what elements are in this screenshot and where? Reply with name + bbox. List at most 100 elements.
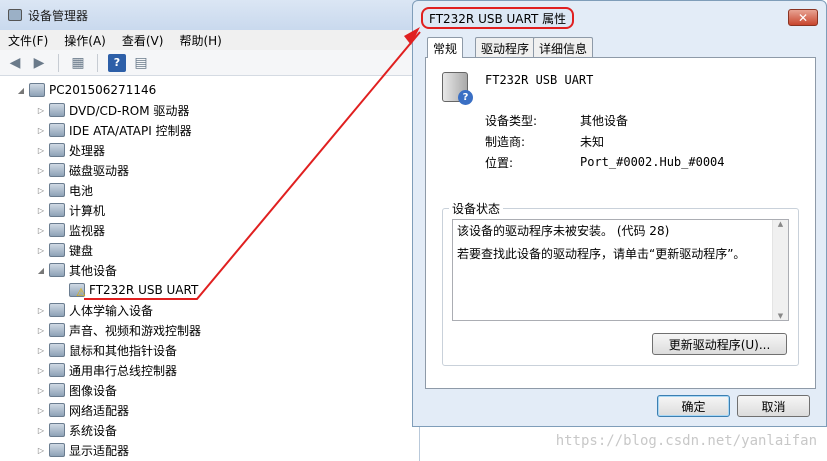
- expand-arrow-icon[interactable]: ▷: [36, 346, 46, 355]
- processor-icon: [49, 143, 65, 157]
- computer-icon: [49, 203, 65, 217]
- expand-arrow-icon[interactable]: ▷: [36, 446, 46, 455]
- status-line-1: 该设备的驱动程序未被安装。 (代码 28): [457, 224, 670, 238]
- tree-item[interactable]: ▷ 计算机: [36, 200, 105, 220]
- tree-item-label: 电池: [69, 183, 94, 198]
- dvd-drive-icon: [49, 103, 65, 117]
- tree-item[interactable]: ▷ 系统设备: [36, 420, 117, 440]
- device-tree: ◢ PC201506271146 ▷ DVD/CD-ROM 驱动器 ▷ IDE ATA…: [0, 80, 420, 461]
- tree-item[interactable]: ▷ 人体学输入设备: [36, 300, 153, 320]
- tree-item[interactable]: ▷ 监视器: [36, 220, 105, 240]
- tree-item[interactable]: ▷ 声音、视频和游戏控制器: [36, 320, 201, 340]
- tree-item[interactable]: ▷ 鼠标和其他指针设备: [36, 340, 177, 360]
- properties-dialog: FT232R USB UART 属性 ✕ 常规 驱动程序 详细信息 ? FT23…: [412, 0, 827, 427]
- expand-arrow-icon[interactable]: ▷: [36, 386, 46, 395]
- menu-action[interactable]: 操作(A): [64, 32, 106, 49]
- tree-root[interactable]: ◢ PC201506271146: [16, 80, 156, 100]
- status-scrollbar[interactable]: ▲ ▼: [772, 220, 788, 320]
- tree-item-ft232r[interactable]: ⚠ FT232R USB UART: [56, 280, 198, 300]
- mouse-icon: [49, 343, 65, 357]
- menu-help[interactable]: 帮助(H): [179, 32, 221, 49]
- expand-arrow-icon[interactable]: ▷: [36, 126, 46, 135]
- monitor-icon: [49, 223, 65, 237]
- show-hide-tree-icon[interactable]: ▦: [69, 54, 87, 72]
- help-icon[interactable]: ?: [108, 53, 126, 72]
- tab-general[interactable]: 常规: [427, 37, 464, 58]
- tab-driver[interactable]: 驱动程序: [475, 37, 536, 57]
- toolbar-divider: [58, 53, 59, 72]
- expand-arrow-icon[interactable]: ▷: [36, 206, 46, 215]
- tree-item-label: FT232R USB UART: [89, 283, 199, 297]
- tree-item-label: 网络适配器: [69, 403, 130, 418]
- display-adapter-icon: [49, 443, 65, 457]
- expand-arrow-icon[interactable]: ▷: [36, 186, 46, 195]
- tree-item[interactable]: ▷ 图像设备: [36, 380, 117, 400]
- tree-item-label: 声音、视频和游戏控制器: [69, 323, 202, 338]
- menu-bar: 文件(F) 操作(A) 查看(V) 帮助(H): [0, 30, 420, 50]
- tree-item[interactable]: ▷ IDE ATA/ATAPI 控制器: [36, 120, 192, 140]
- location-label: 位置:: [485, 156, 514, 170]
- expand-arrow-icon[interactable]: ▷: [36, 226, 46, 235]
- tree-item[interactable]: ▷ 磁盘驱动器: [36, 160, 129, 180]
- tree-item[interactable]: ▷ 键盘: [36, 240, 93, 260]
- unknown-device-icon: ?: [442, 72, 473, 105]
- menu-file[interactable]: 文件(F): [8, 32, 48, 49]
- disk-drive-icon: [49, 163, 65, 177]
- keyboard-icon: [49, 243, 65, 257]
- tree-item[interactable]: ▷ 显示适配器: [36, 440, 129, 460]
- device-type-value: 其他设备: [580, 114, 629, 128]
- cancel-button[interactable]: 取消: [737, 395, 810, 417]
- expand-arrow-icon[interactable]: ▷: [36, 426, 46, 435]
- tree-item-label: 其他设备: [69, 263, 118, 278]
- device-manager-titlebar: 设备管理器: [0, 0, 420, 30]
- collapse-arrow-icon[interactable]: ◢: [36, 266, 46, 275]
- dialog-body: 常规 驱动程序 详细信息 ? FT232R USB UART 设备类型: 其他设…: [425, 37, 816, 389]
- tree-item[interactable]: ▷ 处理器: [36, 140, 105, 160]
- warning-device-icon: ⚠: [69, 283, 86, 299]
- tab-details[interactable]: 详细信息: [533, 37, 594, 57]
- ok-button[interactable]: 确定: [657, 395, 730, 417]
- location-value: Port_#0002.Hub_#0004: [580, 155, 725, 169]
- tree-item-label: 鼠标和其他指针设备: [69, 343, 178, 358]
- tree-item[interactable]: ▷ 网络适配器: [36, 400, 129, 420]
- expand-arrow-icon[interactable]: ▷: [36, 106, 46, 115]
- toolbar-divider: [97, 53, 98, 72]
- scroll-down-icon[interactable]: ▼: [773, 312, 788, 320]
- tree-item-label: 磁盘驱动器: [69, 163, 130, 178]
- device-status-group: 设备状态 该设备的驱动程序未被安装。 (代码 28) 若要查找此设备的驱动程序，…: [442, 200, 799, 366]
- status-line-2: 若要查找此设备的驱动程序，请单击“更新驱动程序”。: [457, 247, 746, 261]
- back-arrow-icon[interactable]: ◀: [6, 54, 24, 72]
- tree-item-label: IDE ATA/ATAPI 控制器: [69, 123, 192, 138]
- tree-item[interactable]: ▷ DVD/CD-ROM 驱动器: [36, 100, 189, 120]
- scroll-up-icon[interactable]: ▲: [773, 220, 788, 228]
- device-manager-window: 设备管理器 文件(F) 操作(A) 查看(V) 帮助(H) ◀ ▶ ▦ ? ▤ …: [0, 0, 420, 461]
- collapse-arrow-icon[interactable]: ◢: [16, 86, 26, 95]
- properties-icon[interactable]: ▤: [132, 54, 150, 72]
- menu-view[interactable]: 查看(V): [122, 32, 164, 49]
- expand-arrow-icon[interactable]: ▷: [36, 366, 46, 375]
- watermark: https://blog.csdn.net/yanlaifan: [555, 433, 817, 449]
- expand-arrow-icon[interactable]: ▷: [36, 306, 46, 315]
- ide-controller-icon: [49, 123, 65, 137]
- tree-root-label: PC201506271146: [49, 83, 157, 97]
- update-driver-button[interactable]: 更新驱动程序(U)...: [652, 333, 787, 355]
- expand-arrow-icon[interactable]: ▷: [36, 146, 46, 155]
- manufacturer-value: 未知: [580, 135, 605, 149]
- system-icon: [49, 423, 65, 437]
- hid-icon: [49, 303, 65, 317]
- close-button[interactable]: ✕: [788, 9, 818, 26]
- forward-arrow-icon[interactable]: ▶: [30, 54, 48, 72]
- tree-item[interactable]: ▷ 电池: [36, 180, 93, 200]
- expand-arrow-icon[interactable]: ▷: [36, 246, 46, 255]
- expand-arrow-icon[interactable]: ▷: [36, 326, 46, 335]
- tree-item[interactable]: ▷ 通用串行总线控制器: [36, 360, 177, 380]
- tree-item[interactable]: ◢ 其他设备: [36, 260, 117, 280]
- expand-arrow-icon[interactable]: ▷: [36, 166, 46, 175]
- dialog-title: FT232R USB UART 属性: [421, 7, 575, 29]
- device-status-textbox[interactable]: 该设备的驱动程序未被安装。 (代码 28) 若要查找此设备的驱动程序，请单击“更…: [452, 219, 789, 321]
- tree-item-label: 图像设备: [69, 383, 118, 398]
- sound-icon: [49, 323, 65, 337]
- device-name: FT232R USB UART: [485, 73, 594, 87]
- tree-item-label: 通用串行总线控制器: [69, 363, 178, 378]
- expand-arrow-icon[interactable]: ▷: [36, 406, 46, 415]
